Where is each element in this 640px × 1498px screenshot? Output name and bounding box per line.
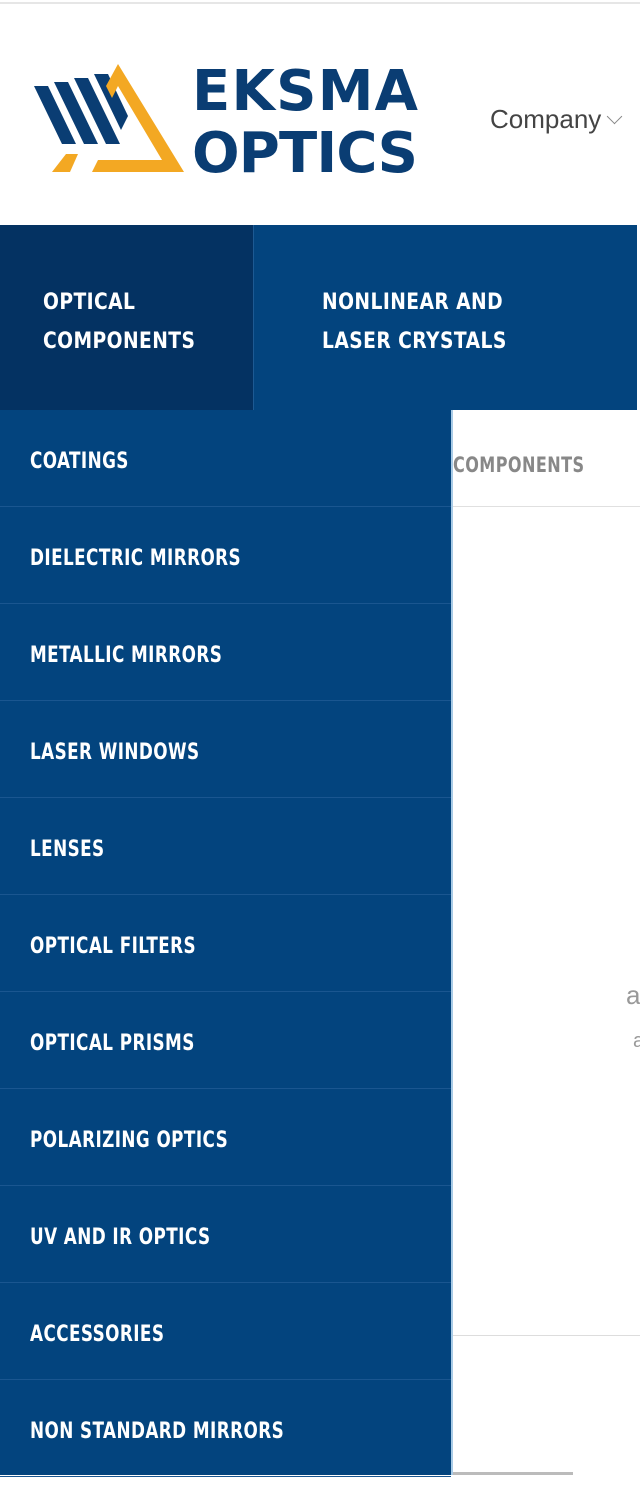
menu-item-lenses[interactable]: LENSES	[0, 798, 451, 895]
nav-label-line1: NONLINEAR AND	[322, 290, 504, 315]
divider	[453, 1335, 640, 1336]
menu-item-label: LASER WINDOWS	[30, 739, 200, 765]
breadcrumb[interactable]: COMPONENTS	[453, 453, 584, 477]
menu-item-label: UV AND IR OPTICS	[30, 1224, 211, 1250]
menu-item-uv-ir-optics[interactable]: UV AND IR OPTICS	[0, 1186, 451, 1283]
menu-item-metallic-mirrors[interactable]: METALLIC MIRRORS	[0, 604, 451, 701]
nav-label-line2: COMPONENTS	[43, 329, 196, 354]
eksma-optics-logo[interactable]: EKSMA OPTICS	[32, 60, 424, 178]
menu-item-label: ACCESSORIES	[30, 1321, 165, 1347]
svg-text:EKSMA: EKSMA	[192, 60, 419, 124]
nav-label-line1: OPTICAL	[43, 290, 136, 315]
nav-label-line2: LASER CRYSTALS	[322, 329, 507, 354]
page-content: COMPONENTS a a	[453, 410, 640, 1475]
menu-item-label: OPTICAL PRISMS	[30, 1030, 195, 1056]
optical-components-dropdown: COATINGS DIELECTRIC MIRRORS METALLIC MIR…	[0, 410, 453, 1477]
menu-item-label: COATINGS	[30, 448, 129, 474]
nav-optical-components[interactable]: OPTICAL COMPONENTS	[0, 225, 254, 410]
text-fragment: a	[626, 980, 640, 1010]
text-fragment: a	[633, 1030, 640, 1052]
menu-item-label: METALLIC MIRRORS	[30, 642, 223, 668]
menu-item-dielectric-mirrors[interactable]: DIELECTRIC MIRRORS	[0, 507, 451, 604]
chevron-down-icon	[607, 108, 623, 125]
menu-item-label: POLARIZING OPTICS	[30, 1127, 229, 1153]
menu-item-label: DIELECTRIC MIRRORS	[30, 545, 242, 571]
menu-item-coatings[interactable]: COATINGS	[0, 410, 451, 507]
main-nav: OPTICAL COMPONENTS NONLINEAR AND LASER C…	[0, 225, 640, 410]
site-header: EKSMA OPTICS Company	[0, 4, 640, 225]
menu-item-non-standard-mirrors[interactable]: NON STANDARD MIRRORS	[0, 1380, 451, 1477]
menu-item-laser-windows[interactable]: LASER WINDOWS	[0, 701, 451, 798]
company-menu-link[interactable]: Company	[490, 104, 623, 135]
menu-item-label: LENSES	[30, 836, 105, 862]
menu-item-optical-filters[interactable]: OPTICAL FILTERS	[0, 895, 451, 992]
nav-nonlinear-laser-crystals[interactable]: NONLINEAR AND LASER CRYSTALS	[254, 225, 638, 410]
svg-text:OPTICS: OPTICS	[192, 121, 418, 178]
menu-item-label: OPTICAL FILTERS	[30, 933, 197, 959]
divider	[453, 506, 640, 507]
menu-item-optical-prisms[interactable]: OPTICAL PRISMS	[0, 992, 451, 1089]
menu-item-polarizing-optics[interactable]: POLARIZING OPTICS	[0, 1089, 451, 1186]
company-label: Company	[490, 104, 602, 134]
menu-item-label: NON STANDARD MIRRORS	[30, 1418, 285, 1444]
menu-item-accessories[interactable]: ACCESSORIES	[0, 1283, 451, 1380]
